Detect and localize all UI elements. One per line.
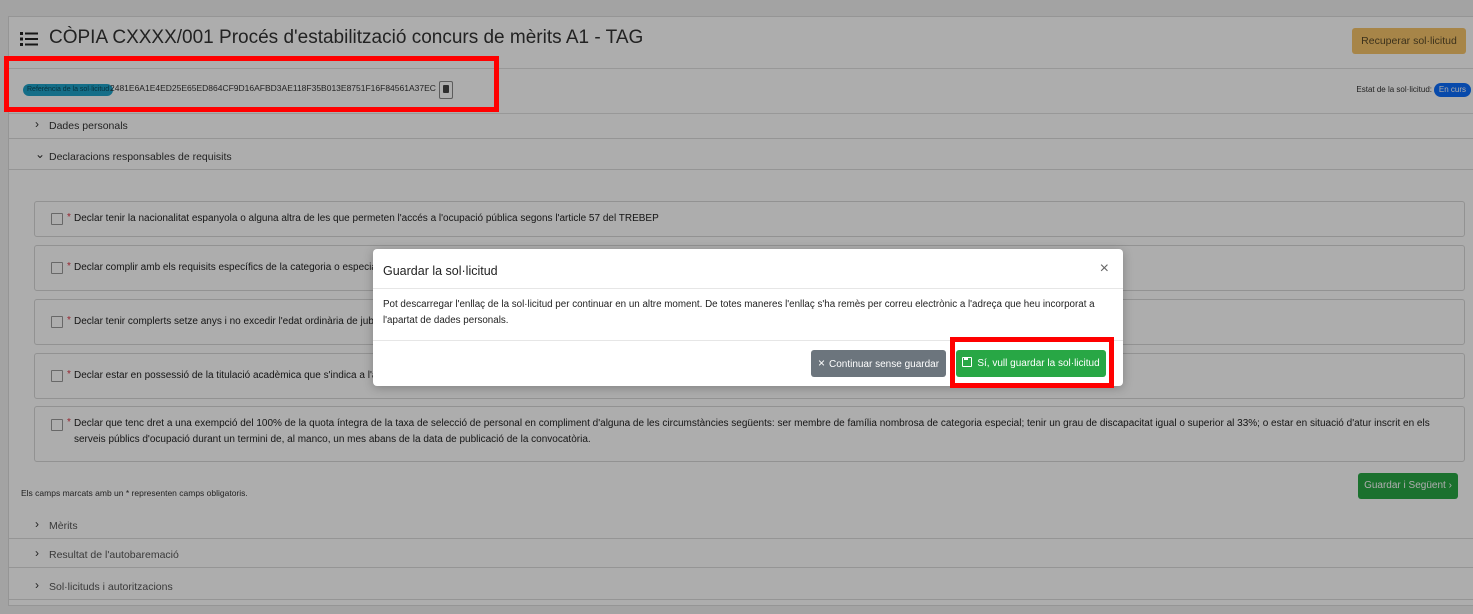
dialog-message: Pot descarregar l'enllaç de la sol·licit… [383, 299, 1095, 326]
dialog-title: Guardar la sol·licitud [383, 264, 498, 278]
continue-label: Continuar sense guardar [828, 359, 940, 370]
continue-without-saving-button[interactable]: × Continuar sense guardar [811, 350, 946, 377]
highlight-box-save [950, 337, 1114, 388]
close-icon: × [817, 356, 825, 370]
divider [373, 288, 1123, 289]
close-icon[interactable]: × [1100, 260, 1109, 278]
highlight-box-reference [4, 56, 499, 112]
